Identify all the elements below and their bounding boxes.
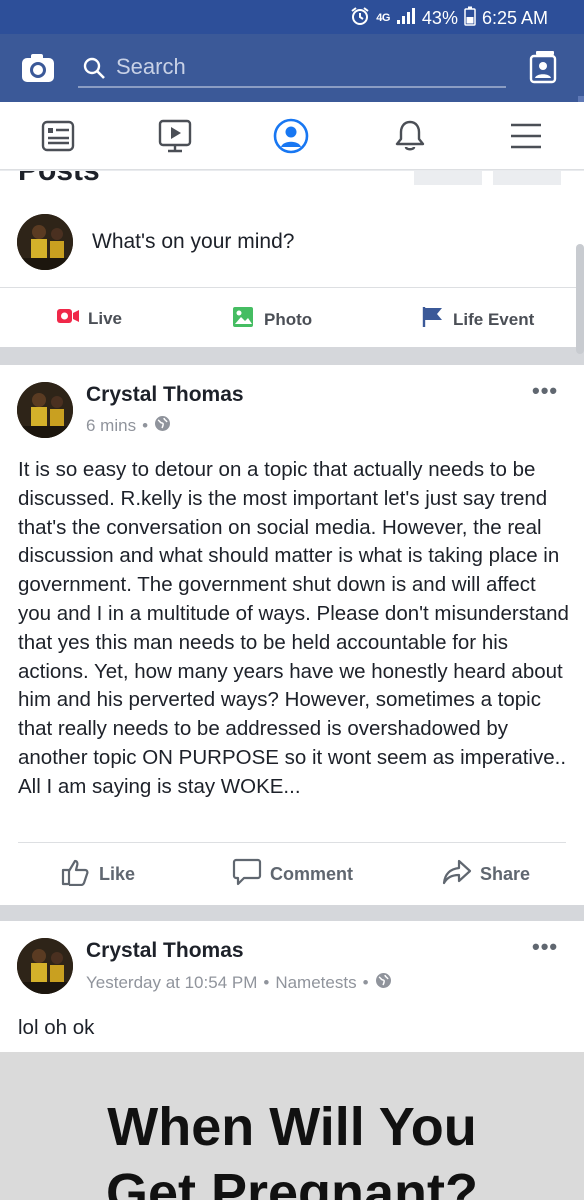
- post-body: lol oh ok: [18, 1016, 95, 1039]
- share-icon: [442, 858, 472, 891]
- photo-label: Photo: [264, 309, 313, 329]
- live-video-icon: [56, 306, 80, 331]
- section-gap: [0, 905, 584, 921]
- post-author-avatar[interactable]: [17, 938, 73, 994]
- watch-icon[interactable]: [157, 118, 193, 154]
- menu-icon[interactable]: [508, 118, 544, 154]
- post-actions-divider: [18, 842, 566, 843]
- tab-bar: [0, 102, 584, 170]
- avatar[interactable]: [17, 214, 73, 270]
- filter-button[interactable]: [414, 171, 482, 185]
- like-button[interactable]: Like: [61, 858, 135, 891]
- post-options-icon[interactable]: •••: [532, 934, 558, 960]
- profile-icon[interactable]: [273, 118, 309, 154]
- link-image-title-line2: Get Pregnant?: [105, 1163, 479, 1200]
- section-gap: [0, 347, 584, 365]
- status-bar: 4G 43% 6:25 AM: [0, 0, 584, 34]
- globe-icon: [375, 972, 392, 994]
- like-label: Like: [99, 864, 136, 884]
- post-options-icon[interactable]: •••: [532, 378, 558, 404]
- network-type: 4G: [376, 12, 390, 24]
- meta-separator: •: [362, 973, 369, 992]
- post-app-name[interactable]: Nametests: [275, 973, 356, 993]
- notifications-icon[interactable]: [392, 118, 428, 154]
- app-header: [0, 34, 584, 132]
- post-meta: Yesterday at 10:54 PM • Nametests •: [86, 972, 392, 994]
- search-icon: [82, 56, 106, 85]
- manage-button[interactable]: [493, 171, 561, 185]
- battery-icon: [464, 6, 476, 31]
- meta-separator: •: [142, 416, 149, 435]
- photo-icon: [232, 306, 256, 333]
- post-author-avatar[interactable]: [17, 382, 73, 438]
- link-image-title-line1: When Will You: [107, 1097, 477, 1157]
- comment-label: Comment: [270, 864, 354, 884]
- post-author-name[interactable]: Crystal Thomas: [86, 383, 244, 407]
- clock: 6:25 AM: [481, 7, 548, 28]
- scrollbar[interactable]: [576, 244, 584, 354]
- signal-icon: [396, 7, 416, 30]
- camera-icon[interactable]: [20, 50, 56, 86]
- posts-header-clip: Posts: [0, 171, 584, 185]
- post-body: It is so easy to detour on a topic that …: [18, 458, 569, 798]
- search-input[interactable]: [116, 52, 496, 82]
- life-event-label: Life Event: [453, 309, 535, 329]
- contacts-icon[interactable]: [528, 50, 558, 89]
- news-feed-icon[interactable]: [40, 118, 76, 154]
- life-event-button[interactable]: Life Event: [421, 306, 534, 333]
- thumbs-up-icon: [61, 858, 91, 891]
- flag-icon: [421, 306, 445, 333]
- search-bar[interactable]: [78, 48, 506, 88]
- alarm-icon: [350, 6, 370, 31]
- share-button[interactable]: Share: [442, 858, 530, 891]
- post-timestamp[interactable]: Yesterday at 10:54 PM: [86, 973, 257, 993]
- post-author-name[interactable]: Crystal Thomas: [86, 939, 244, 963]
- live-button[interactable]: Live: [56, 306, 122, 331]
- post-meta: 6 mins •: [86, 415, 171, 437]
- composer-divider: [0, 287, 584, 288]
- link-preview-image[interactable]: When Will You Get Pregnant?: [0, 1052, 584, 1200]
- share-label: Share: [480, 864, 531, 884]
- globe-icon: [154, 415, 171, 437]
- meta-separator: •: [263, 973, 270, 992]
- comment-icon: [232, 858, 262, 891]
- photo-button[interactable]: Photo: [232, 306, 312, 333]
- composer-prompt[interactable]: What's on your mind?: [92, 230, 294, 254]
- live-label: Live: [88, 308, 123, 328]
- battery-percent: 43%: [421, 7, 458, 28]
- posts-heading: Posts: [18, 171, 100, 185]
- post-timestamp[interactable]: 6 mins: [86, 416, 136, 436]
- comment-button[interactable]: Comment: [232, 858, 353, 891]
